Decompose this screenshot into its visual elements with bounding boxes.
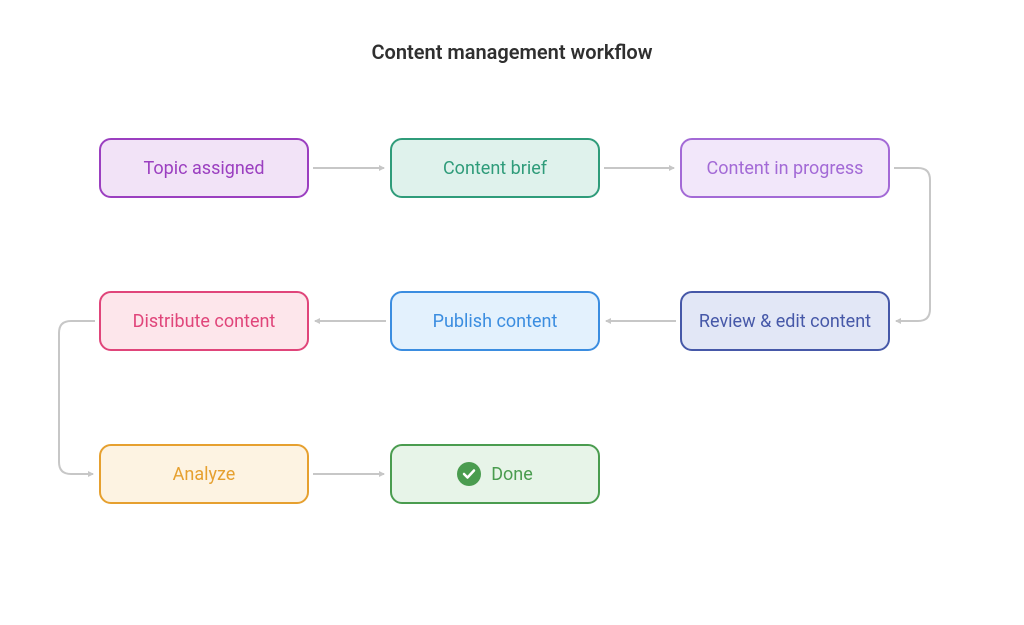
- workflow-connectors: [0, 0, 1024, 625]
- connector-arrow: [894, 168, 930, 321]
- connector-arrow: [59, 321, 95, 474]
